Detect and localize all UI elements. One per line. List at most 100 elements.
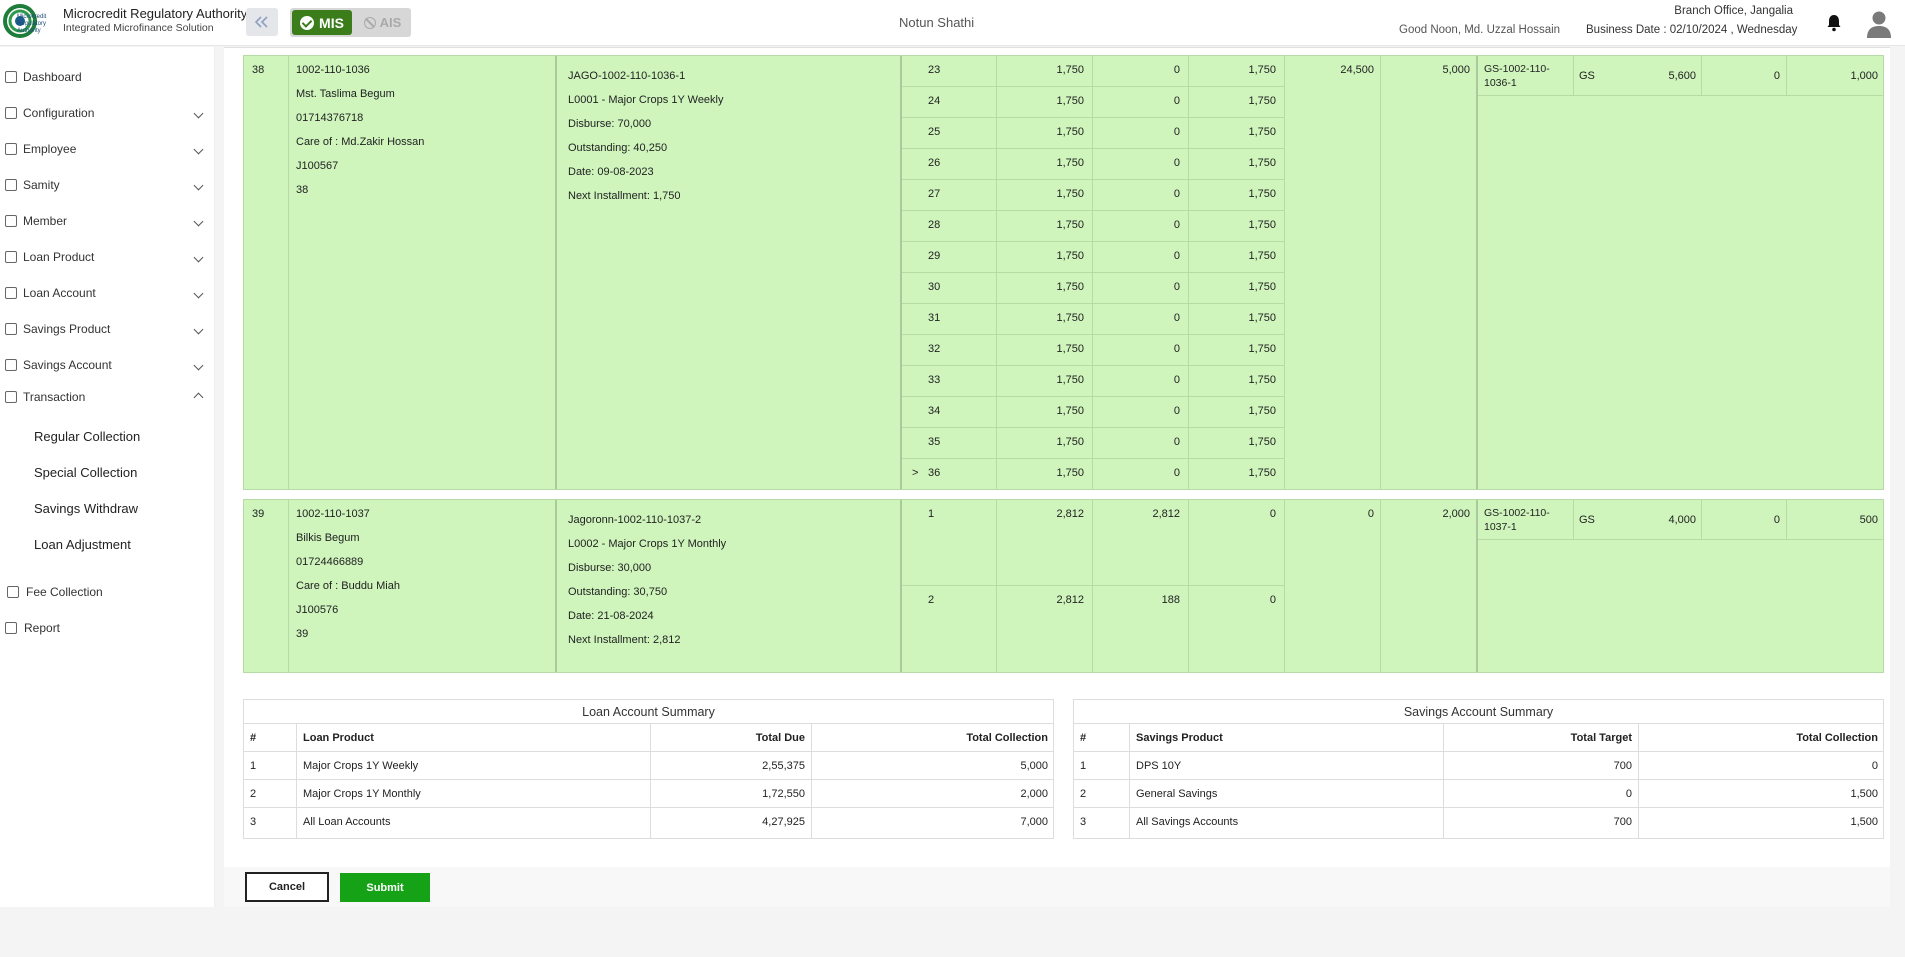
sidebar-subitem-special-collection[interactable]: Special Collection — [34, 465, 137, 480]
installment-no: 25 — [928, 126, 941, 138]
sidebar-item-samity[interactable]: Samity — [0, 173, 215, 197]
installment-paid: 0 — [1173, 64, 1180, 76]
loan-account-no: JAGO-1002-110-1036-1 — [568, 70, 686, 82]
col-divider — [555, 500, 557, 672]
savings-account-no-line2: 1037-1 — [1484, 521, 1517, 533]
col-divider — [1573, 56, 1574, 95]
loan-collection-amount[interactable]: 5,000 — [1380, 64, 1470, 76]
col-divider — [1188, 500, 1189, 672]
org-name: Microcredit Regulatory Authority — [63, 6, 248, 21]
sidebar-item-transaction[interactable]: Transaction — [0, 385, 215, 409]
cancel-button[interactable]: Cancel — [245, 872, 329, 902]
installment-due: 1,750 — [1248, 126, 1276, 138]
sidebar-item-savings-account[interactable]: Savings Account — [0, 353, 215, 377]
installment-row-divider — [902, 303, 1284, 304]
row-index: 1 — [1080, 760, 1087, 772]
user-avatar-icon[interactable] — [1866, 10, 1892, 38]
savings-product-name: General Savings — [1136, 788, 1218, 800]
installment-amount: 1,750 — [1056, 405, 1084, 417]
loan-product-icon — [5, 251, 17, 263]
installment-due: 1,750 — [1248, 374, 1276, 386]
loan-disburse: Disburse: 30,000 — [568, 562, 652, 574]
installment-no: 28 — [928, 219, 941, 231]
installment-amount: 1,750 — [1056, 281, 1084, 293]
savings-account-no-line2: 1036-1 — [1484, 77, 1517, 89]
savings-collection[interactable]: 500 — [1794, 514, 1878, 526]
installment-row-divider — [902, 241, 1284, 242]
savings-account-no: GS-1002-110- — [1484, 507, 1550, 519]
installment-amount: 1,750 — [1056, 157, 1084, 169]
sidebar-subitem-regular-collection[interactable]: Regular Collection — [34, 429, 140, 444]
loan-collection-amount[interactable]: 2,000 — [1380, 508, 1470, 520]
member-care-of: Care of : Buddu Miah — [296, 580, 400, 592]
installment-paid: 0 — [1173, 250, 1180, 262]
installment-paid: 0 — [1173, 467, 1180, 479]
member-serial: 39 — [296, 628, 309, 640]
sidebar-item-label: Savings Account — [23, 358, 112, 372]
top-header: Microcredit Regulatory Authority Microcr… — [0, 0, 1905, 46]
installment-no: 30 — [928, 281, 941, 293]
sidebar-item-member[interactable]: Member — [0, 209, 215, 233]
installment-paid: 0 — [1173, 219, 1180, 231]
installment-paid: 188 — [1161, 594, 1180, 606]
sidebar-item-employee[interactable]: Employee — [0, 137, 215, 161]
member-serial: 38 — [296, 184, 309, 196]
current-row-marker: > — [912, 467, 919, 479]
business-date: Business Date : 02/10/2024 , Wednesday — [1586, 24, 1798, 36]
total-due: 24,500 — [1340, 64, 1374, 76]
ais-button[interactable]: AIS — [356, 10, 409, 35]
chevron-down-icon — [193, 288, 204, 298]
collapse-sidebar-button[interactable] — [246, 8, 278, 36]
savings-product: GS — [1579, 70, 1595, 82]
installment-row-divider — [902, 210, 1284, 211]
loan-outstanding: Outstanding: 40,250 — [568, 142, 668, 154]
employee-icon — [5, 143, 17, 155]
loan-summary-title: Loan Account Summary — [244, 700, 1053, 724]
table-row: 1 Major Crops 1Y Weekly 2,55,375 5,000 — [244, 752, 1053, 780]
installment-row-divider — [902, 117, 1284, 118]
savings-withdraw[interactable]: 0 — [1710, 70, 1780, 82]
installment-amount: 1,750 — [1056, 436, 1084, 448]
sidebar-item-fee-collection[interactable]: Fee Collection — [0, 580, 215, 604]
sidebar-item-report[interactable]: Report — [0, 616, 215, 640]
sidebar-item-savings-product[interactable]: Savings Product — [0, 317, 215, 341]
savings-summary-header-row: # Savings Product Total Target Total Col… — [1074, 724, 1883, 752]
sidebar-item-loan-product[interactable]: Loan Product — [0, 245, 215, 269]
savings-withdraw[interactable]: 0 — [1710, 514, 1780, 526]
page-bottom — [0, 907, 1905, 957]
sidebar-subitem-loan-adjustment[interactable]: Loan Adjustment — [34, 537, 131, 552]
installment-no: 26 — [928, 157, 941, 169]
installment-no: 36 — [928, 467, 941, 479]
loan-summary-header-row: # Loan Product Total Due Total Collectio… — [244, 724, 1053, 752]
col-divider — [1786, 500, 1787, 539]
sidebar-subitem-savings-withdraw[interactable]: Savings Withdraw — [34, 501, 138, 516]
installment-amount: 1,750 — [1056, 188, 1084, 200]
savings-collection[interactable]: 1,000 — [1794, 70, 1878, 82]
total-collection: 0 — [1871, 760, 1878, 772]
sidebar-item-configuration[interactable]: Configuration — [0, 101, 215, 125]
installment-amount: 1,750 — [1056, 219, 1084, 231]
mis-button[interactable]: MIS — [292, 10, 352, 35]
installment-row-divider — [902, 458, 1284, 459]
member-icon — [5, 215, 17, 227]
sidebar-item-loan-account[interactable]: Loan Account — [0, 281, 215, 305]
savings-target: 4,000 — [1668, 514, 1696, 526]
installment-amount: 1,750 — [1056, 95, 1084, 107]
installment-amount: 2,812 — [1056, 508, 1084, 520]
installment-no: 33 — [928, 374, 941, 386]
bell-icon[interactable] — [1826, 14, 1842, 32]
installment-due: 0 — [1269, 594, 1276, 606]
sidebar-gutter — [215, 47, 224, 907]
chevron-down-icon — [193, 252, 204, 262]
total-collection: 2,000 — [1020, 788, 1048, 800]
sidebar-item-dashboard[interactable]: Dashboard — [0, 65, 215, 89]
installment-no: 27 — [928, 188, 941, 200]
row-index: 1 — [250, 760, 257, 772]
col-divider — [1380, 500, 1381, 672]
member-name: Mst. Taslima Begum — [296, 88, 395, 100]
member-care-of: Care of : Md.Zakir Hossan — [296, 136, 425, 148]
org-subtitle: Integrated Microfinance Solution — [63, 22, 214, 34]
column-header: Loan Product — [303, 732, 374, 744]
installment-amount: 1,750 — [1056, 374, 1084, 386]
submit-button[interactable]: Submit — [340, 873, 430, 902]
